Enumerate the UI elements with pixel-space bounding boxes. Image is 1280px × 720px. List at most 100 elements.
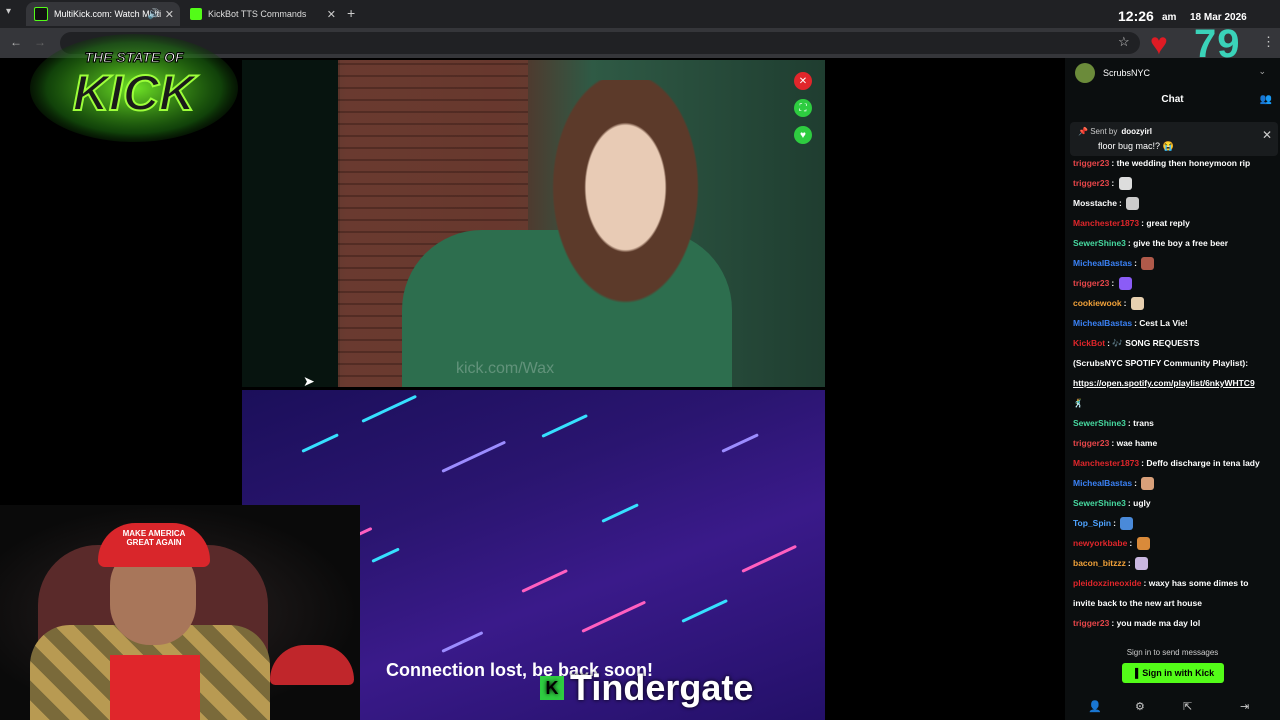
bookmark-star-icon[interactable]: ☆	[1118, 34, 1130, 50]
close-stream-icon[interactable]: ✕	[794, 72, 812, 90]
tab-search-icon[interactable]: ▾	[6, 6, 11, 17]
logo-line2: KICK	[73, 65, 199, 121]
logout-icon[interactable]: ⇥	[1240, 700, 1249, 713]
chat-username[interactable]: SewerShine3	[1073, 498, 1126, 508]
browser-menu-icon[interactable]: ⋮	[1262, 34, 1275, 50]
tab-title: MultiKick.com: Watch Multi	[54, 9, 162, 19]
kickbot-favicon-icon	[190, 8, 202, 20]
tab-multikick[interactable]: MultiKick.com: Watch Multi 🔊 ✕	[26, 2, 180, 26]
chat-emote-icon	[1118, 177, 1132, 191]
back-icon[interactable]: ←	[10, 35, 22, 49]
chat-text: the wedding then honeymoon rip	[1116, 158, 1251, 168]
pin-icon: 📌	[1078, 127, 1088, 136]
chat-emote-icon	[1126, 197, 1140, 211]
chat-username[interactable]: trigger23	[1073, 438, 1109, 448]
chat-username[interactable]: trigger23	[1073, 158, 1109, 168]
fullscreen-icon[interactable]: ⛶	[794, 99, 812, 117]
chat-emote-icon	[1120, 517, 1134, 531]
mouse-cursor-icon: ➤	[303, 373, 315, 389]
chat-message: KickBot: 🎶 SONG REQUESTS	[1073, 338, 1200, 348]
chat-username[interactable]: trigger23	[1073, 618, 1109, 628]
avatar	[1075, 63, 1095, 83]
chat-username[interactable]: pleidoxzineoxide	[1073, 578, 1142, 588]
tab-kickbot[interactable]: KickBot TTS Commands ✕	[182, 2, 342, 26]
chat-text: give the boy a free beer	[1133, 238, 1229, 248]
chat-message: Mosstache:	[1073, 193, 1277, 213]
add-user-icon[interactable]: 👤	[1088, 700, 1102, 713]
chat-message: Manchester1873: great reply	[1073, 218, 1190, 228]
chat-message: 🕺	[1073, 393, 1277, 413]
chat-username[interactable]: MichealBastas	[1073, 258, 1132, 268]
stream-video-top[interactable]: kick.com/Wax	[242, 60, 825, 387]
chat-message: Manchester1873: Deffo discharge in tena …	[1073, 458, 1260, 468]
chat-text: great reply	[1146, 218, 1190, 228]
chat-username[interactable]: MichealBastas	[1073, 478, 1132, 488]
chat-emote-icon	[1141, 257, 1155, 271]
chat-text: invite back to the new art house	[1073, 598, 1202, 608]
chat-text: trans	[1133, 418, 1154, 428]
browser-tab-bar: ▾ MultiKick.com: Watch Multi 🔊 ✕ KickBot…	[0, 0, 1280, 28]
close-pinned-icon[interactable]: ✕	[1262, 128, 1272, 142]
multikick-favicon-icon	[34, 7, 48, 21]
chat-message: https://open.spotify.com/playlist/6nkyWH…	[1073, 373, 1277, 393]
chat-username[interactable]: bacon_bitzzz	[1073, 558, 1126, 568]
close-tab-icon[interactable]: ✕	[327, 8, 336, 21]
chat-text: waxy has some dimes to	[1148, 578, 1249, 588]
ticker-text: Tindergate	[570, 667, 754, 708]
chat-channel-header[interactable]: ScrubsNYC ⌄	[1065, 58, 1280, 88]
chat-emote-icon	[1135, 557, 1149, 571]
new-tab-icon[interactable]: +	[347, 5, 355, 21]
speaker-icon[interactable]: 🔊	[148, 9, 160, 20]
popout-icon[interactable]: ⇱	[1183, 700, 1192, 713]
chat-message: MichealBastas:	[1073, 473, 1277, 493]
chat-text: you made ma day lol	[1116, 618, 1201, 628]
chat-username[interactable]: KickBot	[1073, 338, 1105, 348]
chat-message: trigger23: wae hame	[1073, 438, 1158, 448]
logo-line1: THE STATE OF	[84, 49, 183, 65]
signin-button[interactable]: ▐ Sign in with Kick	[1122, 663, 1224, 683]
chat-username[interactable]: SewerShine3	[1073, 418, 1126, 428]
chat-text: Deffo discharge in tena lady	[1146, 458, 1260, 468]
chat-message: trigger23:	[1073, 173, 1277, 193]
pinned-sent-label: Sent by	[1090, 127, 1118, 136]
chat-message: trigger23:	[1073, 273, 1277, 293]
favorite-heart-icon[interactable]: ♥	[794, 126, 812, 144]
chat-text: 🕺	[1073, 398, 1084, 408]
stream-watermark: kick.com/Wax	[456, 360, 555, 377]
chat-username[interactable]: Manchester1873	[1073, 218, 1139, 228]
chat-message: invite back to the new art house	[1073, 593, 1277, 613]
chat-username[interactable]: Manchester1873	[1073, 458, 1139, 468]
users-icon[interactable]: 👥	[1260, 94, 1272, 105]
chevron-down-icon[interactable]: ⌄	[1258, 66, 1266, 77]
chat-link[interactable]: https://open.spotify.com/playlist/6nkyWH…	[1073, 378, 1255, 388]
chat-message: Top_Spin:	[1073, 513, 1277, 533]
chat-message: SewerShine3: trans	[1073, 418, 1154, 428]
close-tab-icon[interactable]: ✕	[165, 8, 174, 21]
kick-k-icon: K	[540, 676, 564, 700]
settings-gear-icon[interactable]: ⚙	[1135, 700, 1145, 713]
chat-message: trigger23: you made ma day lol	[1073, 618, 1201, 628]
chat-emote-icon	[1141, 477, 1155, 491]
chat-text: (ScrubsNYC SPOTIFY Community Playlist):	[1073, 358, 1249, 368]
chat-username[interactable]: Mosstache	[1073, 198, 1117, 208]
chat-message: newyorkbabe:	[1073, 533, 1277, 553]
pinned-user: doozyirl	[1121, 127, 1153, 136]
chat-title: Chat	[1161, 94, 1184, 105]
chat-message: (ScrubsNYC SPOTIFY Community Playlist):	[1073, 353, 1277, 373]
kick-logo-icon: ▐	[1131, 668, 1139, 678]
chat-emote-icon	[1118, 277, 1132, 291]
chat-username[interactable]: newyorkbabe	[1073, 538, 1127, 548]
chat-username[interactable]: cookiewook	[1073, 298, 1122, 308]
chat-message: cookiewook:	[1073, 293, 1277, 313]
clock-ampm: am	[1162, 12, 1177, 23]
clock-time: 12:26	[1118, 8, 1154, 24]
chat-username[interactable]: SewerShine3	[1073, 238, 1126, 248]
chat-username[interactable]: MichealBastas	[1073, 318, 1132, 328]
chat-username[interactable]: Top_Spin	[1073, 518, 1111, 528]
chat-username[interactable]: trigger23	[1073, 278, 1109, 288]
chat-message: bacon_bitzzz:	[1073, 553, 1277, 573]
chat-message: SewerShine3: ugly	[1073, 498, 1151, 508]
chat-text: 🎶 SONG REQUESTS	[1112, 338, 1200, 348]
signin-prompt: Sign in to send messages	[1126, 648, 1219, 657]
chat-username[interactable]: trigger23	[1073, 178, 1109, 188]
